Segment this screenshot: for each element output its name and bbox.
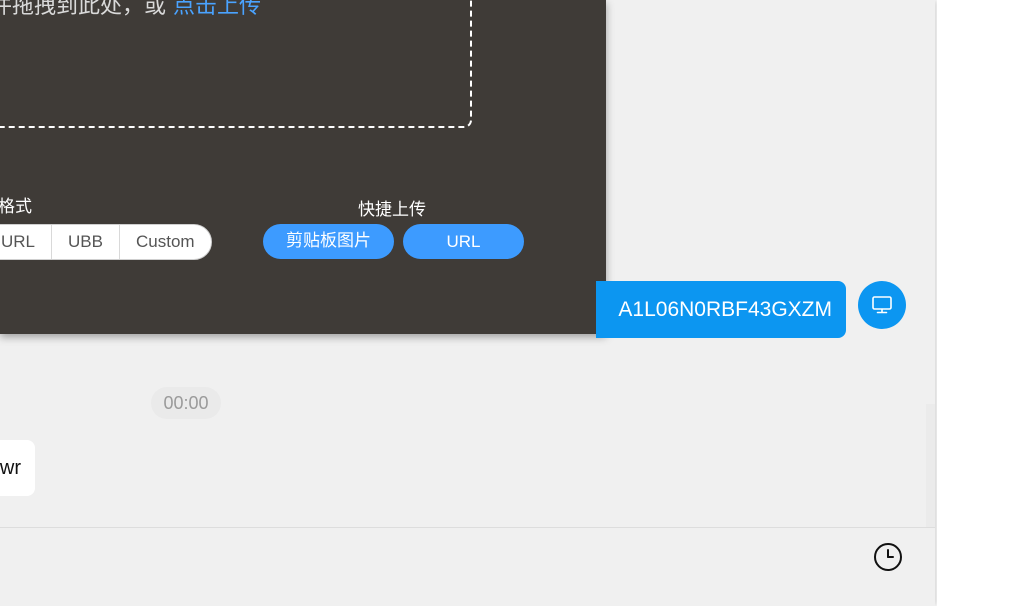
format-label: 格式: [0, 197, 32, 217]
format-option-ubb[interactable]: UBB: [51, 225, 119, 259]
quick-upload-label: 快捷上传: [358, 200, 426, 220]
format-selector: URL UBB Custom: [0, 224, 212, 260]
device-button[interactable]: [858, 281, 906, 329]
chat-panel: 件拖拽到此处，或 点击上传 格式 URL UBB Custom 快捷上传 剪贴板…: [0, 0, 935, 606]
upload-panel: 件拖拽到此处，或 点击上传 格式 URL UBB Custom 快捷上传 剪贴板…: [0, 0, 606, 334]
clock-icon[interactable]: [873, 542, 903, 572]
click-upload-link[interactable]: 点击上传: [173, 0, 261, 19]
input-divider: [0, 527, 935, 528]
monitor-icon: [872, 296, 892, 314]
url-upload-button[interactable]: URL: [403, 224, 524, 259]
timestamp: 00:00: [151, 387, 221, 419]
scrollbar-track[interactable]: [926, 404, 935, 528]
format-option-url[interactable]: URL: [0, 225, 51, 259]
right-gutter: [937, 0, 1013, 606]
clipboard-image-button[interactable]: 剪贴板图片: [263, 224, 394, 259]
device-id-bubble[interactable]: A1L06N0RBF43GXZM: [596, 281, 846, 338]
dropzone-text: 件拖拽到此处，或: [0, 0, 173, 19]
message-bubble: wr: [0, 440, 35, 496]
format-option-custom[interactable]: Custom: [118, 225, 211, 259]
dropzone-instructions: 件拖拽到此处，或 点击上传: [0, 0, 261, 20]
